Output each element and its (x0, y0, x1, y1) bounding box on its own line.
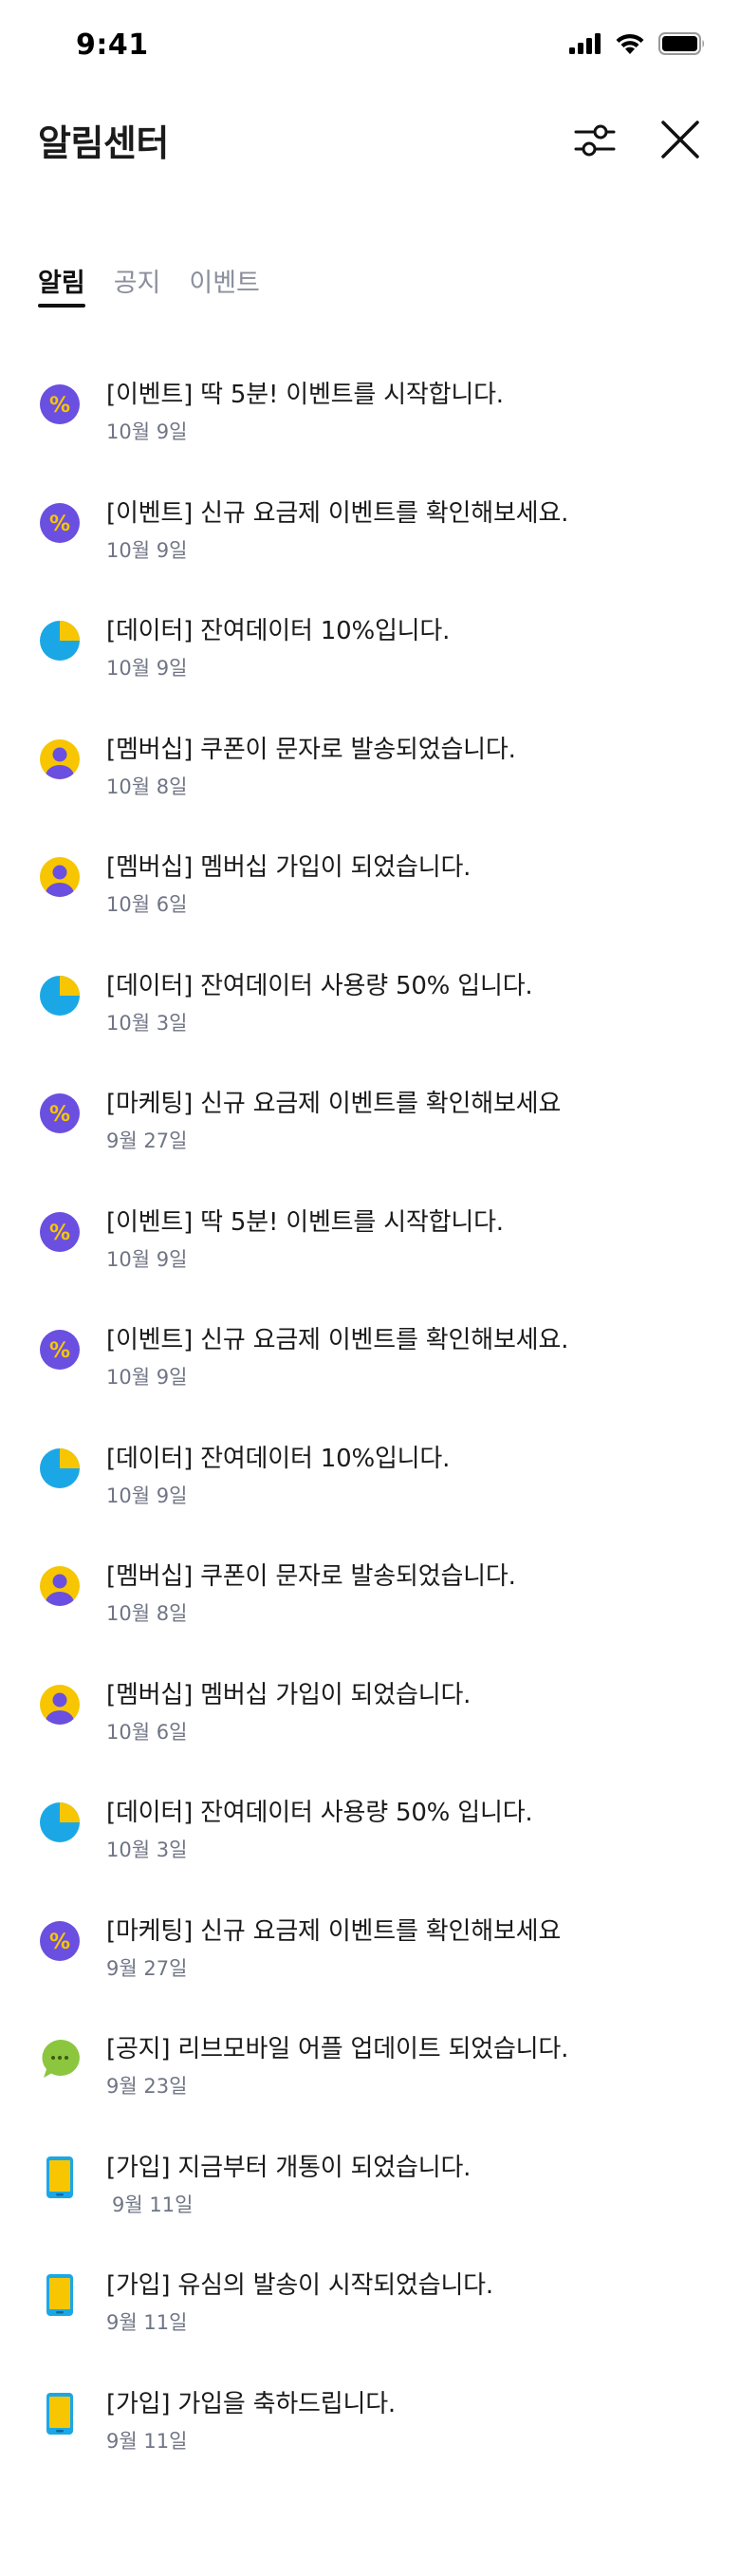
notification-date: 9월 27일 (106, 1129, 188, 1152)
notification-date: 10월 3일 (106, 1839, 188, 1861)
phone-icon (38, 2156, 82, 2199)
person-icon (38, 1564, 82, 1608)
page-title: 알림센터 (38, 122, 169, 164)
sliders-icon (574, 124, 616, 157)
status-bar: 9:41 (0, 0, 740, 93)
notification-date: 10월 6일 (106, 1720, 188, 1744)
notification-title: [가입] 유심의 발송이 시작되었습니다. (106, 2271, 493, 2300)
percent-icon: % (38, 383, 82, 426)
notification-date: 10월 9일 (106, 1484, 188, 1507)
notification-item[interactable]: [데이터] 잔여데이터 사용량 50% 입니다. 10월 3일 (0, 1793, 740, 1912)
notification-date: 10월 9일 (106, 420, 188, 443)
notification-title: [마케팅] 신규 요금제 이벤트를 확인해보세요 (106, 1090, 562, 1118)
notification-title: [멤버십] 쿠폰이 문자로 발송되었습니다. (106, 735, 516, 764)
svg-text:%: % (49, 394, 70, 418)
notification-item[interactable]: [데이터] 잔여데이터 사용량 50% 입니다. 10월 3일 (0, 966, 740, 1085)
notification-title: [이벤트] 딱 5분! 이벤트를 시작합니다. (106, 381, 504, 409)
notification-item[interactable]: [공지] 리브모바일 어플 업데이트 되었습니다. 9월 23일 (0, 2029, 740, 2148)
close-icon (661, 121, 699, 159)
notification-date: 10월 8일 (106, 775, 188, 798)
svg-text:%: % (49, 1103, 70, 1127)
notification-date: 10월 9일 (106, 1247, 188, 1271)
notification-date: 9월 23일 (106, 2075, 188, 2098)
notification-item[interactable]: % [이벤트] 딱 5분! 이벤트를 시작합니다. 10월 9일 (0, 1203, 740, 1321)
status-time: 9:41 (76, 28, 149, 62)
status-icons (569, 32, 706, 55)
notification-date: 9월 11일 (106, 2429, 188, 2453)
svg-text:%: % (49, 1931, 70, 1954)
person-icon (38, 737, 82, 781)
notification-item[interactable]: % [이벤트] 신규 요금제 이벤트를 확인해보세요. 10월 9일 (0, 494, 740, 612)
notification-item[interactable]: [멤버십] 쿠폰이 문자로 발송되었습니다. 10월 8일 (0, 730, 740, 849)
person-icon (38, 855, 82, 899)
notification-title: [가입] 가입을 축하드립니다. (106, 2389, 397, 2418)
notification-list: % [이벤트] 딱 5분! 이벤트를 시작합니다. 10월 9일 % [이벤트] … (0, 375, 740, 2502)
notification-item[interactable]: [멤버십] 멤버십 가입이 되었습니다. 10월 6일 (0, 1675, 740, 1794)
percent-icon: % (38, 1328, 82, 1372)
notification-item[interactable]: [가입] 가입을 축하드립니다. 9월 11일 (0, 2384, 740, 2503)
cellular-signal-icon (569, 33, 601, 54)
notification-date: 10월 9일 (106, 657, 188, 680)
notification-title: [공지] 리브모바일 어플 업데이트 되었습니다. (106, 2035, 569, 2063)
pie-chart-icon (38, 1447, 82, 1490)
notification-date: 10월 3일 (106, 1011, 188, 1035)
notification-title: [이벤트] 딱 5분! 이벤트를 시작합니다. (106, 1207, 504, 1237)
notification-date: 9월 11일 (112, 2193, 194, 2216)
phone-icon (38, 2273, 82, 2317)
tab-notifications[interactable]: 알림 (38, 258, 85, 308)
notification-item[interactable]: % [마케팅] 신규 요금제 이벤트를 확인해보세요 9월 27일 (0, 1912, 740, 2030)
battery-icon (658, 32, 704, 55)
notification-item[interactable]: [멤버십] 멤버십 가입이 되었습니다. 10월 6일 (0, 848, 740, 966)
pie-chart-icon (38, 974, 82, 1017)
notification-title: [이벤트] 신규 요금제 이벤트를 확인해보세요. (106, 1326, 569, 1354)
notification-title: [데이터] 잔여데이터 사용량 50% 입니다. (106, 971, 533, 1000)
notification-title: [가입] 지금부터 개통이 되었습니다. (106, 2153, 472, 2182)
wifi-icon (616, 33, 644, 54)
notification-item[interactable]: % [마케팅] 신규 요금제 이벤트를 확인해보세요 9월 27일 (0, 1084, 740, 1203)
notification-item[interactable]: [멤버십] 쿠폰이 문자로 발송되었습니다. 10월 8일 (0, 1557, 740, 1675)
notification-item[interactable]: [데이터] 잔여데이터 10%입니다. 10월 9일 (0, 1439, 740, 1558)
notification-title: [이벤트] 신규 요금제 이벤트를 확인해보세요. (106, 498, 569, 528)
notification-item[interactable]: [데이터] 잔여데이터 10%입니다. 10월 9일 (0, 611, 740, 730)
notification-date: 9월 27일 (106, 1956, 188, 1980)
person-icon (38, 1683, 82, 1727)
svg-text:%: % (49, 1222, 70, 1245)
notification-title: [데이터] 잔여데이터 10%입니다. (106, 1444, 451, 1473)
svg-text:%: % (49, 513, 70, 536)
notification-date: 10월 9일 (106, 1366, 188, 1389)
tab-events[interactable]: 이벤트 (189, 258, 260, 308)
pie-chart-icon (38, 619, 82, 663)
close-button[interactable] (657, 116, 704, 163)
tab-bar: 알림 공지 이벤트 (38, 258, 260, 308)
notification-item[interactable]: [가입] 지금부터 개통이 되었습니다. 9월 11일 (0, 2148, 740, 2267)
notification-item[interactable]: % [이벤트] 신규 요금제 이벤트를 확인해보세요. 10월 9일 (0, 1320, 740, 1439)
notification-date: 9월 11일 (106, 2311, 188, 2334)
svg-text:%: % (49, 1339, 70, 1363)
phone-icon (38, 2392, 82, 2436)
notification-date: 10월 8일 (106, 1602, 188, 1625)
notification-date: 10월 9일 (106, 538, 188, 562)
notification-title: [멤버십] 쿠폰이 문자로 발송되었습니다. (106, 1562, 516, 1591)
tab-notices[interactable]: 공지 (114, 258, 161, 308)
notification-item[interactable]: % [이벤트] 딱 5분! 이벤트를 시작합니다. 10월 9일 (0, 375, 740, 494)
notification-title: [데이터] 잔여데이터 10%입니다. (106, 617, 451, 645)
notification-title: [데이터] 잔여데이터 사용량 50% 입니다. (106, 1799, 533, 1827)
notification-title: [멤버십] 멤버십 가입이 되었습니다. (106, 1680, 472, 1709)
percent-icon: % (38, 1092, 82, 1135)
chat-bubble-icon (38, 2037, 82, 2081)
percent-icon: % (38, 1919, 82, 1963)
header: 알림센터 (0, 93, 740, 226)
percent-icon: % (38, 1210, 82, 1254)
notification-item[interactable]: [가입] 유심의 발송이 시작되었습니다. 9월 11일 (0, 2266, 740, 2384)
percent-icon: % (38, 501, 82, 545)
filter-button[interactable] (572, 118, 618, 163)
notification-title: [멤버십] 멤버십 가입이 되었습니다. (106, 853, 472, 882)
notification-title: [마케팅] 신규 요금제 이벤트를 확인해보세요 (106, 1916, 562, 1946)
notification-date: 10월 6일 (106, 893, 188, 916)
pie-chart-icon (38, 1801, 82, 1844)
